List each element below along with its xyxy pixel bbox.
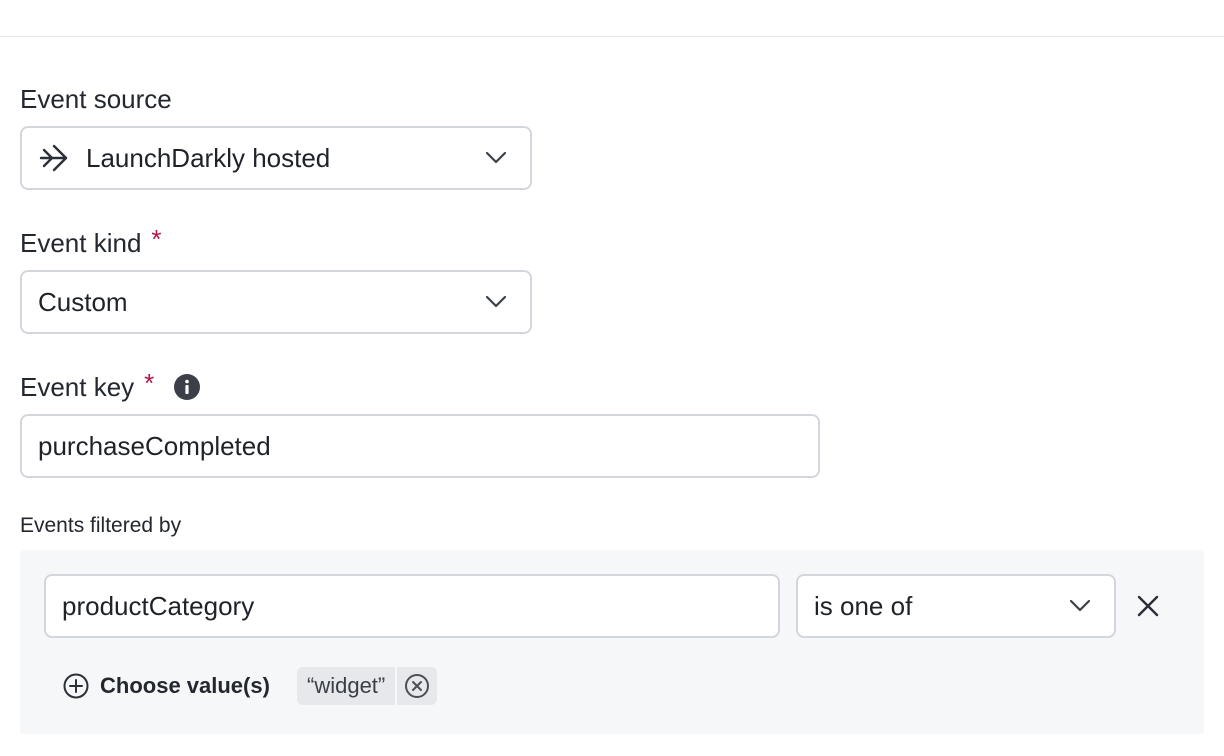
event-key-label-text: Event key <box>20 372 135 402</box>
chevron-down-icon[interactable] <box>1068 594 1092 618</box>
event-kind-label: Event kind * <box>20 224 162 259</box>
choose-values-button[interactable]: Choose value(s) <box>62 670 270 702</box>
chip-value: “widget” <box>297 667 396 705</box>
filter-attribute-input[interactable] <box>44 574 780 638</box>
event-source-value: LaunchDarkly hosted <box>86 142 331 173</box>
events-filtered-label: Events filtered by <box>20 514 182 537</box>
top-divider <box>0 36 1224 37</box>
event-kind-label-text: Event kind <box>20 228 142 258</box>
event-source-label-text: Event source <box>20 84 172 114</box>
remove-filter-button[interactable] <box>1132 590 1164 622</box>
choose-values-label: Choose value(s) <box>100 673 270 698</box>
chevron-down-icon[interactable] <box>484 290 508 314</box>
filter-operator-select[interactable]: is one of <box>796 574 1116 638</box>
plus-circle-icon <box>63 673 89 699</box>
required-mark: * <box>144 368 155 398</box>
event-kind-value: Custom <box>38 286 128 317</box>
value-chip: “widget” <box>297 667 438 705</box>
event-key-input[interactable] <box>20 414 820 478</box>
close-icon <box>1137 595 1159 617</box>
chevron-down-icon[interactable] <box>484 146 508 170</box>
event-key-label: Event key * <box>20 368 201 403</box>
event-source-label: Event source <box>20 83 172 115</box>
required-mark: * <box>151 224 162 254</box>
arrow-source-icon <box>38 141 72 175</box>
event-kind-select[interactable]: Custom <box>20 270 532 334</box>
filter-operator-value: is one of <box>814 590 913 621</box>
close-circle-icon <box>405 674 430 698</box>
remove-chip-button[interactable] <box>397 667 438 705</box>
info-icon[interactable] <box>174 374 201 400</box>
event-source-select[interactable]: LaunchDarkly hosted <box>20 126 532 190</box>
